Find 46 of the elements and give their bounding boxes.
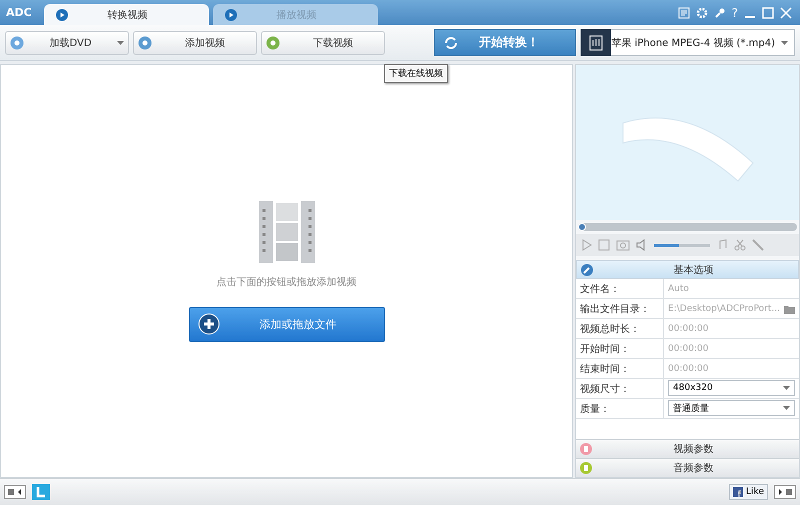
add-file-button[interactable]: 添加或拖放文件 (188, 306, 384, 342)
caret-icon (783, 386, 790, 390)
volume-slider[interactable] (654, 244, 710, 246)
option-select[interactable]: 480x320 (668, 380, 795, 396)
panel-header[interactable]: 视频参数 (576, 439, 799, 458)
stop-icon[interactable] (598, 239, 610, 251)
option-select[interactable]: 普通质量 (668, 400, 795, 416)
refresh-icon (443, 34, 459, 50)
tooltip: 下载在线视频 (384, 64, 448, 83)
caret-icon[interactable] (117, 40, 124, 44)
close-icon[interactable] (780, 6, 792, 18)
toolbar-button[interactable]: 添加视频 (133, 30, 257, 54)
section-title: 基本选项 (672, 264, 714, 276)
panel-toggle-icon[interactable] (4, 485, 26, 499)
film-strip-icon (258, 200, 314, 262)
maximize-icon[interactable] (762, 6, 774, 18)
app-logo: ADC (6, 6, 32, 19)
option-value: 00:00:00 (667, 363, 710, 376)
panel-toggle-icon[interactable] (774, 485, 796, 499)
device-icon (589, 34, 604, 50)
like-button[interactable]: Like (729, 484, 768, 500)
panel-title: 音频参数 (672, 462, 714, 475)
scissors-icon[interactable] (734, 239, 746, 251)
option-value: 00:00:00 (667, 323, 710, 336)
disc-icon (10, 36, 24, 50)
facebook-icon (733, 487, 744, 497)
settings-icon[interactable] (696, 6, 708, 18)
caret-icon (783, 406, 790, 410)
camera-icon[interactable] (616, 239, 630, 251)
tab[interactable]: 转换视频 (44, 4, 209, 25)
list-icon[interactable] (678, 6, 690, 18)
toolbar-button[interactable]: 下载视频 (261, 30, 385, 54)
option-value: 00:00:00 (667, 343, 710, 356)
option-value: E:\Desktop\ADCProPort... (664, 299, 799, 319)
seek-thumb[interactable] (578, 223, 586, 231)
toolbar-button[interactable]: 加载DVD (5, 30, 129, 54)
plus-icon (198, 313, 220, 335)
empty-hint: 点击下面的按钮或拖放添加视频 (216, 276, 356, 288)
play-icon (224, 8, 237, 20)
panel-header[interactable]: 音频参数 (576, 458, 799, 477)
option-value: Auto (667, 283, 690, 296)
folder-icon[interactable] (784, 304, 795, 314)
play-icon[interactable] (582, 239, 592, 251)
panel-title: 视频参数 (672, 442, 714, 456)
caret-icon (781, 41, 788, 45)
profile-select[interactable]: 苹果 iPhone MPEG-4 视频 (*.mp4) (580, 29, 795, 56)
